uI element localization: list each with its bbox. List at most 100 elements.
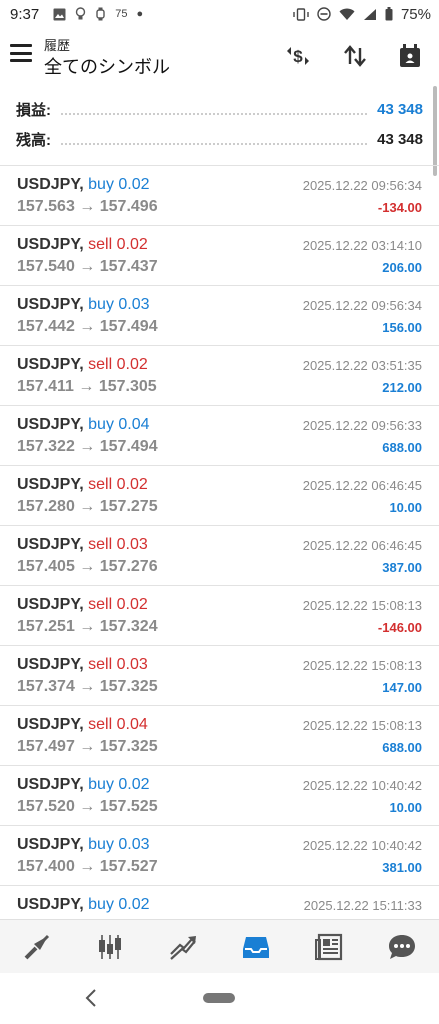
nav-news[interactable]	[293, 920, 366, 974]
battery-percent: 75%	[400, 5, 431, 23]
trade-symbol: USDJPY,	[17, 716, 84, 733]
calendar-icon[interactable]	[396, 42, 424, 70]
arrow-icon: →	[79, 198, 96, 215]
trade-row[interactable]: USDJPY, buy 0.02 157.563 → 157.496 2025.12…	[0, 166, 439, 226]
open-price: 157.251	[17, 618, 75, 635]
trade-symbol-line: USDJPY, buy 0.04	[17, 416, 150, 434]
menu-icon[interactable]	[10, 44, 32, 62]
arrow-icon: →	[79, 798, 96, 815]
close-price: 157.437	[99, 258, 158, 275]
trade-symbol-line: USDJPY, sell 0.02	[17, 596, 148, 614]
trade-symbol-line: USDJPY, buy 0.02	[17, 776, 150, 794]
trade-time: 2025.12.22 15:08:13	[302, 658, 422, 673]
trade-side: sell	[88, 236, 113, 253]
trade-symbol-line: USDJPY, buy 0.02	[17, 896, 150, 914]
trade-row[interactable]: USDJPY, sell 0.03 157.374 → 157.325 2025.1…	[0, 646, 439, 706]
signal-icon	[363, 8, 376, 20]
trade-row[interactable]: USDJPY, buy 0.04 157.322 → 157.494 2025.12…	[0, 406, 439, 466]
profit-row: 損益: 43 348	[16, 97, 423, 121]
close-price: 157.494	[99, 318, 158, 335]
trade-time: 2025.12.22 03:14:10	[302, 238, 422, 253]
open-price: 157.442	[17, 318, 75, 335]
trade-volume: 0.03	[116, 656, 148, 673]
trade-prices: 157.411 → 157.305	[17, 378, 157, 396]
home-pill[interactable]	[203, 993, 235, 1003]
nav-trade[interactable]	[146, 920, 219, 974]
trade-side: sell	[88, 356, 113, 373]
trade-row[interactable]: USDJPY, sell 0.02 157.280 → 157.275 2025.1…	[0, 466, 439, 526]
trade-volume: 0.02	[118, 176, 150, 193]
trade-row[interactable]: USDJPY, buy 0.03 157.442 → 157.494 2025.12…	[0, 286, 439, 346]
trade-volume: 0.02	[116, 356, 148, 373]
trade-symbol-line: USDJPY, buy 0.03	[17, 836, 150, 854]
close-price: 157.276	[99, 558, 158, 575]
currency-exchange-icon[interactable]: $	[284, 42, 312, 70]
trade-symbol: USDJPY,	[17, 416, 84, 433]
trade-symbol: USDJPY,	[17, 776, 84, 793]
trade-symbol-line: USDJPY, sell 0.04	[17, 716, 148, 734]
dotted-leader	[61, 103, 368, 115]
trade-volume: 0.02	[118, 896, 150, 913]
trade-prices: 157.280 → 157.275	[17, 498, 158, 516]
status-bar: 9:37 75 ● 75%	[0, 0, 439, 28]
trade-symbol: USDJPY,	[17, 836, 84, 853]
trade-side: buy	[88, 176, 114, 193]
back-icon[interactable]	[84, 987, 98, 1009]
trade-symbol-line: USDJPY, sell 0.03	[17, 536, 148, 554]
trade-side: sell	[88, 716, 113, 733]
arrow-icon: →	[79, 618, 96, 635]
trade-side: buy	[88, 296, 114, 313]
trade-prices: 157.400 → 157.527	[17, 858, 158, 876]
nav-chart[interactable]	[73, 920, 146, 974]
trade-profit: 387.00	[382, 560, 422, 575]
history-icon	[243, 937, 270, 958]
close-price: 157.496	[99, 198, 158, 215]
lightbulb-icon	[76, 7, 86, 20]
close-price: 157.527	[99, 858, 158, 875]
trade-symbol-line: USDJPY, sell 0.02	[17, 356, 148, 374]
trade-profit: 212.00	[382, 380, 422, 395]
trade-side: buy	[88, 896, 114, 913]
trade-row[interactable]: USDJPY, sell 0.04 157.497 → 157.325 2025.1…	[0, 706, 439, 766]
balance-label: 残高:	[16, 131, 51, 149]
trade-icon	[170, 936, 196, 960]
nav-quotes[interactable]	[0, 920, 73, 974]
trade-row[interactable]: USDJPY, buy 0.02 157.520 → 157.525 2025.12…	[0, 766, 439, 826]
trade-side: sell	[88, 656, 113, 673]
trade-history-list[interactable]: USDJPY, buy 0.02 157.563 → 157.496 2025.12…	[0, 165, 439, 920]
trade-symbol-line: USDJPY, sell 0.02	[17, 236, 148, 254]
trade-profit: -134.00	[377, 200, 422, 215]
trade-profit: 381.00	[382, 860, 422, 875]
trade-row[interactable]: USDJPY, buy 0.02157.551 → 157.1042025.12…	[0, 886, 439, 920]
nav-history[interactable]	[220, 920, 293, 974]
trade-prices: 157.563 → 157.496	[17, 198, 158, 216]
scrollbar-thumb[interactable]	[433, 86, 437, 176]
trade-time: 2025.12.22 10:40:42	[302, 838, 422, 853]
trade-profit: -146.00	[377, 620, 422, 635]
trade-row[interactable]: USDJPY, sell 0.02 157.540 → 157.437 2025.1…	[0, 226, 439, 286]
dot-icon: ●	[136, 8, 144, 20]
trade-row[interactable]: USDJPY, sell 0.03 157.405 → 157.276 2025.1…	[0, 526, 439, 586]
trade-prices: 157.374 → 157.325	[17, 678, 158, 696]
close-price: 157.305	[98, 378, 157, 395]
arrow-icon: →	[79, 258, 96, 275]
trade-prices: 157.322 → 157.494	[17, 438, 158, 456]
symbol-filter-title[interactable]: 全てのシンボル	[44, 53, 170, 79]
trade-side: sell	[88, 596, 113, 613]
trade-symbol-line: USDJPY, buy 0.02	[17, 176, 150, 194]
trade-row[interactable]: USDJPY, sell 0.02 157.251 → 157.324 2025.1…	[0, 586, 439, 646]
bottom-navigation	[0, 919, 439, 974]
trade-row[interactable]: USDJPY, buy 0.03 157.400 → 157.527 2025.12…	[0, 826, 439, 886]
trade-side: buy	[88, 836, 114, 853]
sort-icon[interactable]	[341, 42, 369, 70]
trade-symbol: USDJPY,	[17, 476, 84, 493]
trade-volume: 0.03	[116, 536, 148, 553]
notification-icons: 75 ●	[53, 7, 143, 21]
notification-badge-icon: 75	[115, 8, 128, 20]
trade-side: buy	[88, 776, 114, 793]
nav-messages[interactable]	[366, 920, 439, 974]
balance-value: 43 348	[377, 130, 423, 148]
trade-profit: 688.00	[382, 740, 422, 755]
trade-row[interactable]: USDJPY, sell 0.02 157.411 → 157.305 2025.1…	[0, 346, 439, 406]
close-price: 157.275	[99, 498, 158, 515]
